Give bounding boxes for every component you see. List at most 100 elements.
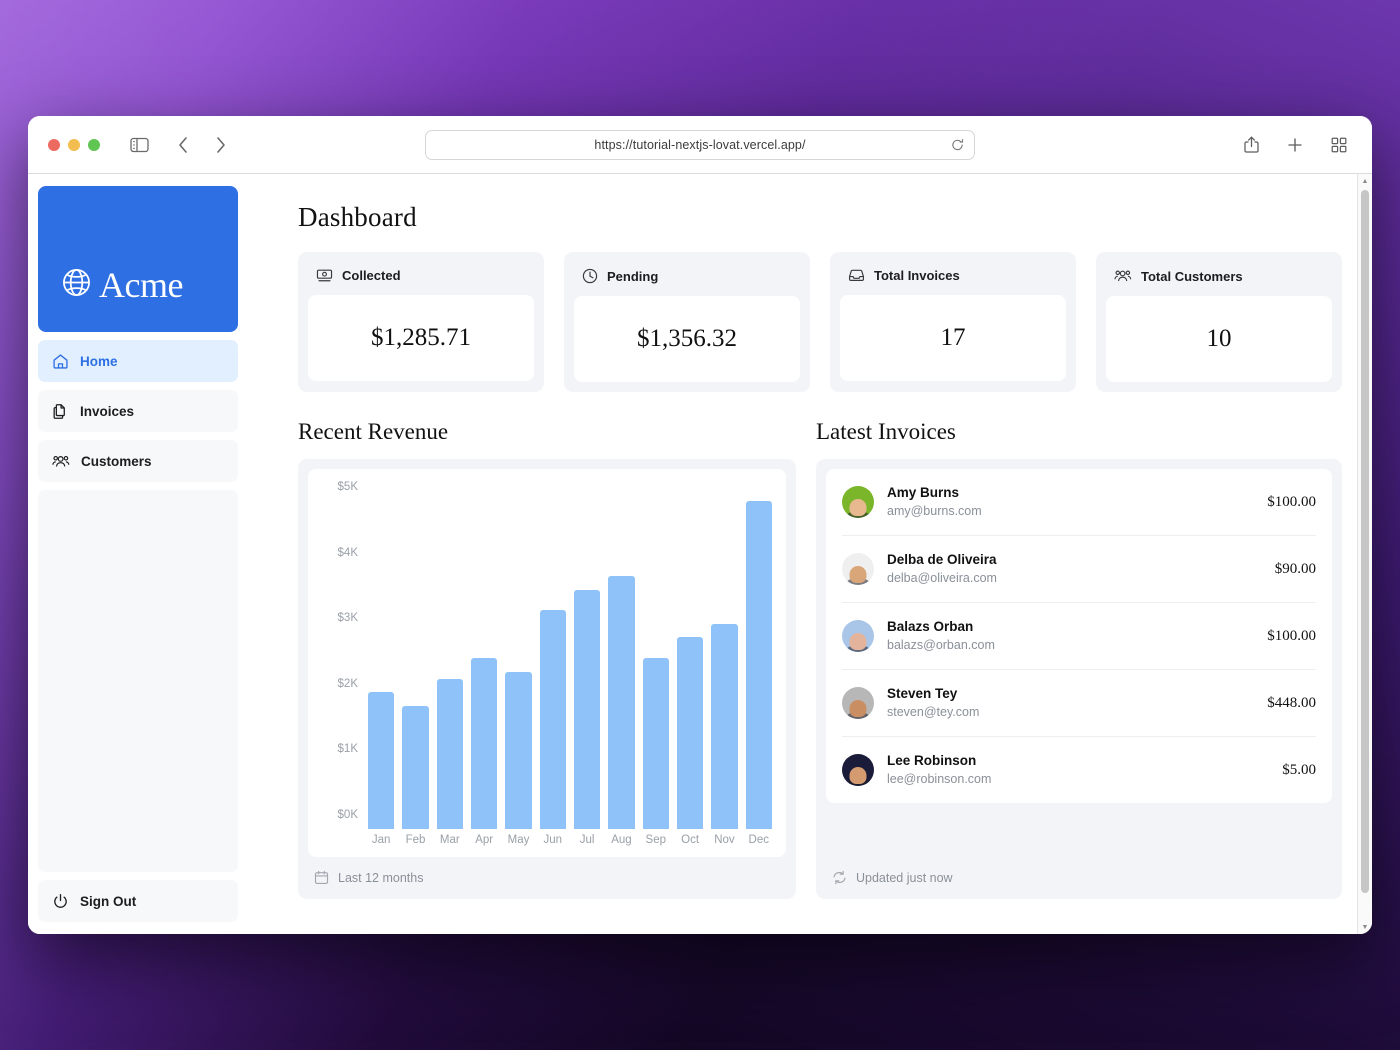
chart-bar: [711, 623, 738, 829]
invoice-customer: Lee Robinson lee@robinson.com: [887, 752, 991, 788]
invoice-row[interactable]: Lee Robinson lee@robinson.com $5.00: [842, 737, 1316, 803]
stat-card-pending-header: Pending: [574, 262, 800, 296]
globe-icon: [60, 266, 93, 304]
nav-buttons: [170, 132, 234, 158]
invoice-row[interactable]: Steven Tey steven@tey.com $448.00: [842, 670, 1316, 737]
invoice-customer: Delba de Oliveira delba@oliveira.com: [887, 551, 997, 587]
stat-card-collected-header: Collected: [308, 262, 534, 295]
chart-x-tick: Nov: [714, 834, 735, 846]
scroll-down-arrow[interactable]: ▼: [1362, 920, 1369, 934]
chart-bar: [402, 705, 429, 829]
chart-x-tick: Aug: [611, 834, 632, 846]
revenue-footer: Last 12 months: [308, 857, 786, 889]
invoice-amount: $100.00: [1267, 627, 1316, 644]
power-icon: [52, 893, 69, 910]
scrollbar-thumb[interactable]: [1361, 190, 1369, 893]
window-controls: [48, 138, 100, 151]
chart-bar: [368, 692, 395, 829]
page-content: Acme Home Invoices Customers Sign Out Da…: [28, 174, 1372, 934]
stat-cards-row: Collected $1,285.71 Pending $1,356.32 To…: [298, 252, 1342, 392]
invoice-row[interactable]: Delba de Oliveira delba@oliveira.com $90.0…: [842, 536, 1316, 603]
stat-card-total-customers-header: Total Customers: [1106, 262, 1332, 296]
home-icon: [52, 353, 69, 370]
close-window-button[interactable]: [48, 138, 60, 151]
user-group-icon: [52, 453, 70, 470]
stat-card-total-invoices-value: 17: [840, 295, 1066, 381]
chart-y-tick: $1K: [337, 743, 358, 756]
invoice-customer-email: steven@tey.com: [887, 705, 980, 719]
tab-overview-icon[interactable]: [1326, 132, 1352, 158]
scroll-up-arrow[interactable]: ▲: [1362, 174, 1369, 188]
recent-revenue-heading: Recent Revenue: [298, 419, 449, 444]
acme-logo[interactable]: Acme: [38, 186, 238, 332]
address-bar-url: https://tutorial-nextjs-lovat.vercel.app…: [594, 137, 806, 152]
sidebar-item-home[interactable]: Home: [38, 340, 238, 382]
stat-card-total-customers-label: Total Customers: [1141, 268, 1243, 284]
dashboard-panels: $5K $4K $3K $2K $1K $0K Jan Feb Mar Apr May Jun Jul…: [298, 459, 1342, 899]
avatar: [842, 553, 874, 585]
app-sidebar: Acme Home Invoices Customers Sign Out: [28, 174, 250, 934]
minimize-window-button[interactable]: [68, 138, 80, 151]
banknotes-icon: [316, 268, 333, 283]
section-headings: Recent Revenue Latest Invoices: [298, 419, 1342, 445]
chart-y-tick: $2K: [337, 677, 358, 690]
chart-bar: [608, 575, 635, 829]
stat-card-total-invoices-label: Total Invoices: [874, 268, 960, 283]
chart-bar: [573, 589, 601, 829]
reload-icon[interactable]: [951, 138, 964, 151]
stat-card-pending: Pending $1,356.32: [564, 252, 810, 392]
invoice-row[interactable]: Amy Burns amy@burns.com $100.00: [842, 469, 1316, 536]
zoom-window-button[interactable]: [88, 138, 100, 151]
chart-x-tick: Apr: [475, 834, 494, 846]
chart-bar: [436, 678, 463, 829]
invoice-row[interactable]: Balazs Orban balazs@orban.com $100.00: [842, 603, 1316, 670]
sidebar-item-invoices-label: Invoices: [80, 403, 135, 419]
sign-out-button[interactable]: Sign Out: [38, 880, 238, 922]
chart-x-axis: Jan Feb Mar Apr May Jun Jul Aug Sep Oct Nov Dec: [368, 829, 772, 851]
revenue-chart-panel: $5K $4K $3K $2K $1K $0K Jan Feb Mar Apr May Jun Jul…: [298, 459, 796, 899]
chart-y-tick: $3K: [337, 612, 358, 625]
scrollbar-track[interactable]: [1358, 188, 1372, 920]
address-bar[interactable]: https://tutorial-nextjs-lovat.vercel.app…: [425, 129, 975, 160]
sidebar-item-customers-label: Customers: [81, 453, 152, 469]
sidebar-toggle-icon[interactable]: [126, 132, 152, 158]
refresh-icon: [832, 870, 847, 885]
chart-x-tick: May: [507, 834, 530, 846]
plus-icon[interactable]: [1282, 132, 1308, 158]
browser-window: https://tutorial-nextjs-lovat.vercel.app…: [28, 116, 1372, 934]
avatar: [842, 687, 874, 719]
logo-inner: Acme: [60, 264, 183, 306]
user-group-icon: [1114, 268, 1132, 284]
stat-card-total-invoices: Total Invoices 17: [830, 252, 1076, 392]
chart-x-tick: Jul: [579, 834, 595, 846]
chart-bar: [470, 658, 498, 829]
latest-invoices-panel: Amy Burns amy@burns.com $100.00 Delba de Ol…: [816, 459, 1342, 899]
share-icon[interactable]: [1238, 132, 1264, 158]
back-chevron-icon[interactable]: [170, 132, 196, 158]
invoices-spacer: [826, 803, 1332, 857]
chart-y-axis: $5K $4K $3K $2K $1K $0K: [322, 480, 364, 822]
sidebar-item-invoices[interactable]: Invoices: [38, 390, 238, 432]
chart-bar: [745, 500, 772, 829]
chart-x-tick: Feb: [405, 834, 426, 846]
stat-card-collected-value: $1,285.71: [308, 295, 534, 381]
sidebar-item-home-label: Home: [80, 353, 118, 369]
chart-x-tick: Sep: [645, 834, 667, 846]
invoice-customer-email: balazs@orban.com: [887, 638, 995, 652]
page-scrollbar[interactable]: ▲ ▼: [1357, 174, 1372, 934]
dashboard-main: Dashboard Collected $1,285.71 Pending $1…: [250, 174, 1372, 934]
latest-invoices-heading: Latest Invoices: [816, 419, 956, 444]
avatar: [842, 754, 874, 786]
chart-x-tick: Oct: [681, 834, 700, 846]
browser-toolbar: https://tutorial-nextjs-lovat.vercel.app…: [28, 116, 1372, 174]
invoice-customer: Steven Tey steven@tey.com: [887, 685, 979, 721]
stat-card-collected-label: Collected: [342, 268, 401, 283]
forward-chevron-icon[interactable]: [208, 132, 234, 158]
chart-bar: [676, 637, 704, 829]
sidebar-item-customers[interactable]: Customers: [38, 440, 238, 482]
invoice-customer-email: delba@oliveira.com: [887, 571, 997, 585]
inbox-icon: [848, 268, 865, 283]
invoice-amount: $5.00: [1282, 761, 1316, 778]
toolbar-right-icons: [1238, 132, 1352, 158]
stat-card-total-customers: Total Customers 10: [1096, 252, 1342, 392]
